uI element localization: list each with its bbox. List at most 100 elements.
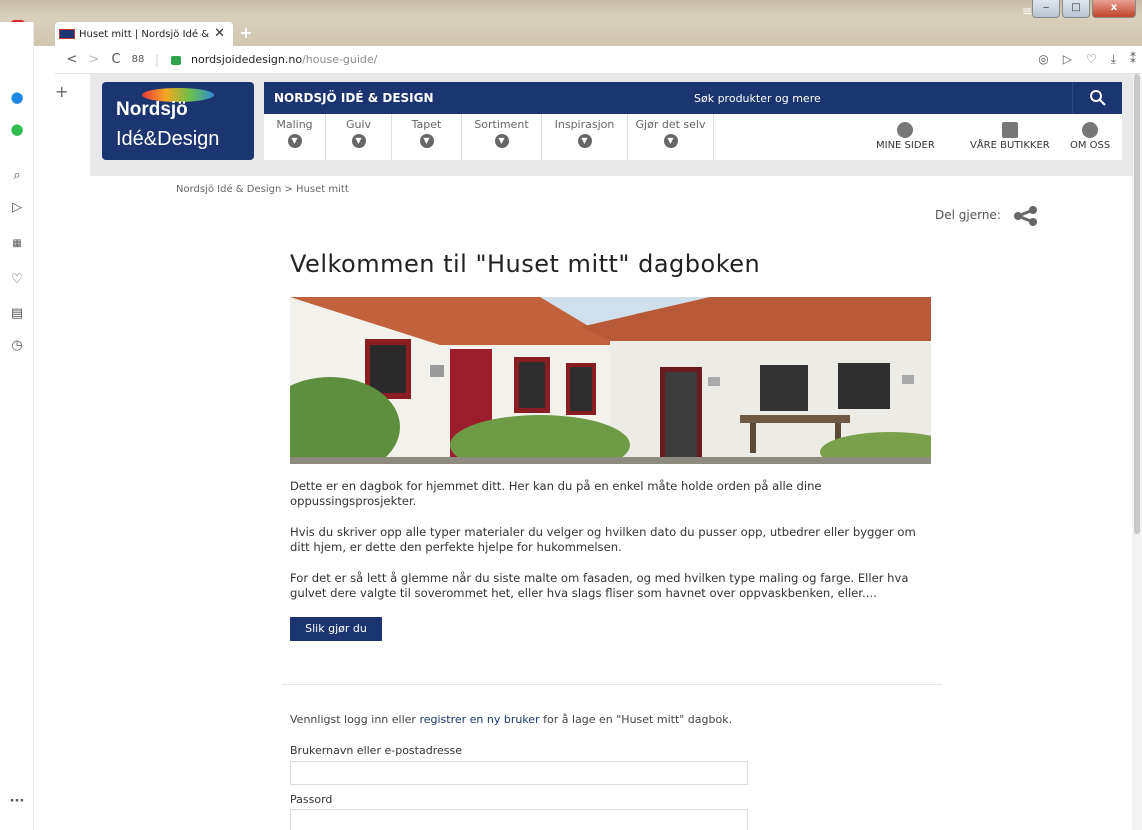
store-icon — [1001, 122, 1018, 138]
chevron-down-icon: ▼ — [287, 134, 302, 148]
speed-dial-icon[interactable]: ▦ — [0, 238, 34, 249]
search-icon — [1089, 90, 1106, 106]
login-note-before: Vennligst logg inn eller — [290, 713, 420, 726]
hero-image — [290, 297, 931, 464]
mine-sider-link[interactable]: MINE SIDER — [876, 122, 935, 151]
heart-icon[interactable]: ♡ — [0, 272, 34, 287]
chevron-down-icon: ▼ — [577, 134, 592, 148]
site-navbar: NORDSJÖ IDÉ & DESIGN Søk produkter og me… — [264, 82, 1122, 114]
send-icon[interactable]: ▷ — [0, 200, 34, 215]
menu-item-inspirasjon[interactable]: Inspirasjon ▼ — [542, 114, 628, 160]
browser-tab[interactable]: Huset mitt | Nordsjö Idé & ✕ — [55, 22, 233, 46]
address-bar: < > C 88 | nordsjoidedesign.no/house-gui… — [55, 46, 1142, 74]
news-icon[interactable]: ▤ — [0, 306, 34, 321]
maximize-button[interactable]: □ — [1062, 0, 1090, 18]
scrollbar[interactable] — [1132, 74, 1142, 830]
chevron-down-icon: ▼ — [663, 134, 678, 148]
om-oss-link[interactable]: OM OSS — [1070, 122, 1110, 151]
favicon-icon — [59, 29, 75, 39]
whatsapp-icon[interactable]: ● — [0, 120, 34, 138]
menu-item-label: Maling — [276, 118, 313, 131]
password-field[interactable] — [290, 809, 748, 830]
intro-paragraph-3: For det er så lett å glemme når du siste… — [290, 571, 909, 600]
close-window-button[interactable]: x — [1092, 0, 1136, 18]
add-panel-icon[interactable]: + — [55, 82, 68, 101]
new-tab-button[interactable]: + — [236, 24, 256, 44]
send-icon[interactable]: ▷ — [1063, 52, 1072, 67]
main-content: Velkommen til "Huset mitt" dagboken Dett… — [282, 250, 942, 830]
menu-item-gjor-det-selv[interactable]: Gjør det selv ▼ — [628, 114, 714, 160]
chevron-down-icon: ▼ — [351, 134, 366, 148]
breadcrumb-home[interactable]: Nordsjö Idé & Design — [176, 184, 281, 195]
login-note: Vennligst logg inn eller registrer en ny… — [290, 713, 732, 726]
info-icon — [1082, 122, 1099, 138]
speed-dial-button[interactable]: 88 — [127, 54, 149, 65]
breadcrumb: Nordsjö Idé & Design > Huset mitt — [176, 184, 349, 195]
username-label: Brukernavn eller e-postadresse — [290, 744, 462, 757]
main-menu: Maling ▼ Gulv ▼ Tapet ▼ Sortiment ▼ Inspiras… — [264, 114, 1122, 160]
page-title: Velkommen til "Huset mitt" dagboken — [290, 250, 761, 278]
register-link[interactable]: registrer en ny bruker — [419, 713, 539, 726]
site-search-input[interactable]: Søk produkter og mere — [694, 92, 821, 105]
more-icon[interactable]: ··· — [0, 794, 34, 809]
slik-gjor-du-button[interactable]: Slik gjør du — [290, 617, 382, 641]
lock-icon — [171, 56, 182, 65]
reload-icon[interactable]: C — [105, 52, 127, 67]
logo-sub: Idé&Design — [116, 128, 220, 150]
chevron-down-icon: ▼ — [494, 134, 509, 148]
share-label: Del gjerne: — [935, 208, 1001, 222]
heart-icon[interactable]: ♡ — [1086, 52, 1097, 67]
divider — [282, 684, 942, 685]
menu-item-maling[interactable]: Maling ▼ — [264, 114, 326, 160]
password-label: Passord — [290, 793, 333, 806]
intro-paragraph-2: Hvis du skriver opp alle typer materiale… — [290, 525, 916, 554]
username-field[interactable] — [290, 761, 748, 785]
camera-icon[interactable]: ◎ — [1038, 52, 1048, 67]
history-icon[interactable]: ◷ — [0, 338, 34, 353]
user-icon — [897, 122, 914, 138]
menu-item-label: Tapet — [411, 118, 442, 131]
menu-item-label: Sortiment — [474, 118, 529, 131]
vare-butikker-link[interactable]: VÅRE BUTIKKER — [970, 122, 1050, 151]
separator: | — [155, 52, 160, 67]
messenger-icon[interactable]: ● — [0, 88, 34, 106]
window-controls: ‒ □ x — [1030, 0, 1136, 18]
url-domain: nordsjoidedesign.no — [191, 53, 303, 66]
menu-item-gulv[interactable]: Gulv ▼ — [326, 114, 392, 160]
breadcrumb-current: > Huset mitt — [284, 184, 349, 195]
back-icon[interactable]: < — [61, 52, 83, 67]
login-note-after: for å lage en "Huset mitt" dagbok. — [539, 713, 733, 726]
share-graphic — [1013, 206, 1037, 226]
site-title[interactable]: NORDSJÖ IDÉ & DESIGN — [274, 91, 434, 105]
scrollbar-thumb[interactable] — [1134, 74, 1140, 534]
logo-brand: Nordsjö — [116, 99, 188, 120]
menu-item-label: Gjør det selv — [635, 118, 706, 131]
share-icon[interactable] — [1013, 206, 1037, 226]
house-illustration — [290, 297, 931, 464]
menu-item-label: Gulv — [345, 118, 372, 131]
right-link-label: MINE SIDER — [876, 140, 935, 151]
browser-sidebar: ● ● ⌕ ▷ ▦ ♡ ▤ ◷ ··· — [0, 22, 34, 830]
forward-icon[interactable]: > — [83, 52, 105, 67]
site-logo[interactable]: Nordsjö Idé&Design — [102, 82, 254, 160]
search-button[interactable] — [1072, 82, 1122, 114]
menu-item-label: Inspirasjon — [554, 118, 615, 131]
download-icon[interactable]: ⤓ — [1111, 52, 1116, 67]
share-section: Del gjerne: — [935, 206, 1037, 226]
chevron-down-icon: ▼ — [419, 134, 434, 148]
right-link-label: VÅRE BUTIKKER — [970, 140, 1050, 151]
menu-item-tapet[interactable]: Tapet ▼ — [392, 114, 462, 160]
url-path: /house-guide/ — [302, 53, 378, 66]
address-bar-tools: ◎ ▷ ♡ ⤓ ⁑ — [1038, 52, 1136, 67]
settings-icon[interactable]: ⁑ — [1130, 52, 1136, 67]
minimize-button[interactable]: ‒ — [1032, 0, 1060, 18]
browser-titlebar: Huset mitt | Nordsjö Idé & ✕ + ≡ ‒ □ x — [0, 0, 1142, 46]
url-field[interactable]: nordsjoidedesign.no/house-guide/ — [171, 53, 377, 66]
close-tab-icon[interactable]: ✕ — [214, 26, 225, 41]
intro-paragraph-1: Dette er en dagbok for hjemmet ditt. Her… — [290, 479, 822, 508]
search-icon[interactable]: ⌕ — [0, 168, 34, 183]
right-link-label: OM OSS — [1070, 140, 1111, 151]
menu-item-sortiment[interactable]: Sortiment ▼ — [462, 114, 542, 160]
tab-title: Huset mitt | Nordsjö Idé & — [79, 28, 209, 40]
site-header: Nordsjö Idé&Design NORDSJÖ IDÉ & DESIGN … — [90, 74, 1133, 176]
